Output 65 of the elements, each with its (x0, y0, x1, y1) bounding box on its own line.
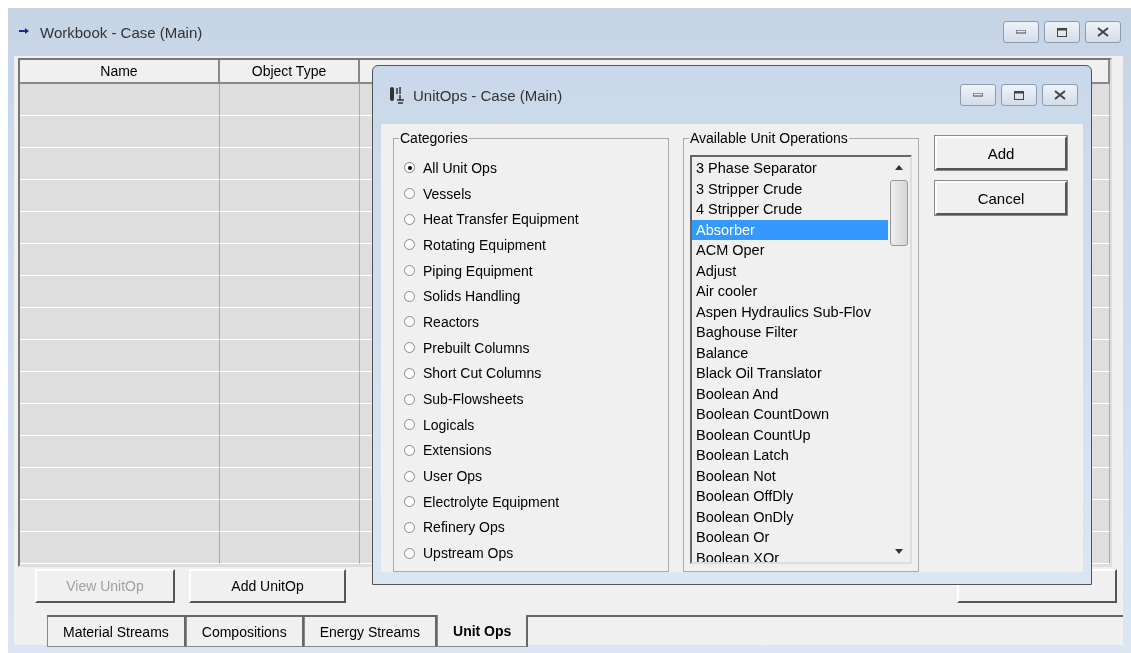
list-item[interactable]: Boolean OffDly (692, 486, 888, 507)
list-item[interactable]: ACM Oper (692, 240, 888, 261)
sheet-tab[interactable]: Unit Ops (437, 615, 529, 647)
close-icon (1097, 27, 1109, 37)
list-item[interactable]: 3 Phase Separator (692, 158, 888, 179)
list-item[interactable]: Baghouse Filter (692, 322, 888, 343)
category-radio[interactable]: Short Cut Columns (404, 360, 668, 387)
scroll-up-icon (895, 165, 903, 170)
category-radio[interactable]: Piping Equipment (404, 257, 668, 284)
list-item[interactable]: Boolean OnDly (692, 506, 888, 527)
category-radio[interactable]: Rotating Equipment (404, 232, 668, 258)
list-item[interactable]: Air cooler (692, 281, 888, 302)
list-item[interactable]: Balance (692, 342, 888, 363)
category-radio[interactable]: Vessels (404, 180, 668, 207)
dialog-button[interactable]: Cancel (935, 181, 1067, 215)
category-radio[interactable]: Reactors (404, 309, 668, 335)
window-title: Workbook - Case (Main) (40, 23, 203, 41)
list-item[interactable]: Aspen Hydraulics Sub-Flov (692, 301, 888, 322)
sheet-tab[interactable]: Energy Streams (303, 617, 437, 647)
category-radio[interactable]: Heat Transfer Equipment (404, 206, 668, 233)
workbook-button[interactable]: Add UnitOp (189, 569, 346, 603)
maximize-icon (1014, 90, 1024, 100)
category-radio[interactable]: Electrolyte Equipment (404, 488, 668, 515)
category-radio[interactable]: Solids Handling (404, 283, 668, 310)
scroll-thumb[interactable] (890, 180, 908, 246)
column-icon (389, 86, 405, 104)
list-item[interactable]: Boolean XOr (692, 547, 888, 562)
category-radio[interactable]: Prebuilt Columns (404, 334, 668, 361)
list-item[interactable]: 4 Stripper Crude (692, 199, 888, 220)
list-item[interactable]: Boolean Latch (692, 445, 888, 466)
minimize-button[interactable] (1003, 21, 1039, 43)
minimize-button[interactable] (960, 84, 996, 106)
list-item[interactable]: Boolean Not (692, 465, 888, 486)
close-button[interactable] (1085, 21, 1121, 43)
group-label: Available Unit Operations (689, 130, 849, 146)
list-item[interactable]: Boolean CountUp (692, 424, 888, 445)
workbook-icon (18, 27, 30, 37)
dialog-button[interactable]: Add (935, 136, 1067, 170)
sheet-tab[interactable]: Compositions (185, 617, 304, 647)
list-item[interactable]: Boolean Or (692, 527, 888, 548)
dialog-title: UnitOps - Case (Main) (413, 86, 563, 104)
maximize-button[interactable] (1044, 21, 1080, 43)
list-item[interactable]: 3 Stripper Crude (692, 178, 888, 199)
minimize-icon (973, 93, 983, 97)
category-radio[interactable]: Logicals (404, 411, 668, 438)
close-icon (1054, 90, 1066, 100)
list-item[interactable]: Adjust (692, 260, 888, 281)
scroll-down-icon (895, 549, 903, 554)
category-radio[interactable]: Sub-Flowsheets (404, 386, 668, 412)
list-item[interactable]: Black Oil Translator (692, 363, 888, 384)
column-header[interactable]: Object Type (220, 60, 360, 84)
minimize-icon (1016, 30, 1026, 34)
list-item[interactable]: Boolean CountDown (692, 404, 888, 425)
maximize-button[interactable] (1001, 84, 1037, 106)
category-radio[interactable]: Extensions (404, 437, 668, 464)
list-item[interactable]: Boolean And (692, 383, 888, 404)
close-button[interactable] (1042, 84, 1078, 106)
maximize-icon (1057, 27, 1067, 37)
category-radio[interactable]: Refinery Ops (404, 514, 668, 541)
sheet-tab[interactable]: Material Streams (47, 617, 186, 647)
category-radio[interactable]: Upstream Ops (404, 540, 668, 566)
category-radio[interactable]: User Ops (404, 463, 668, 489)
column-header[interactable]: Name (20, 60, 220, 84)
category-radio[interactable]: All Unit Ops (404, 155, 668, 181)
group-label: Categories (399, 130, 469, 146)
